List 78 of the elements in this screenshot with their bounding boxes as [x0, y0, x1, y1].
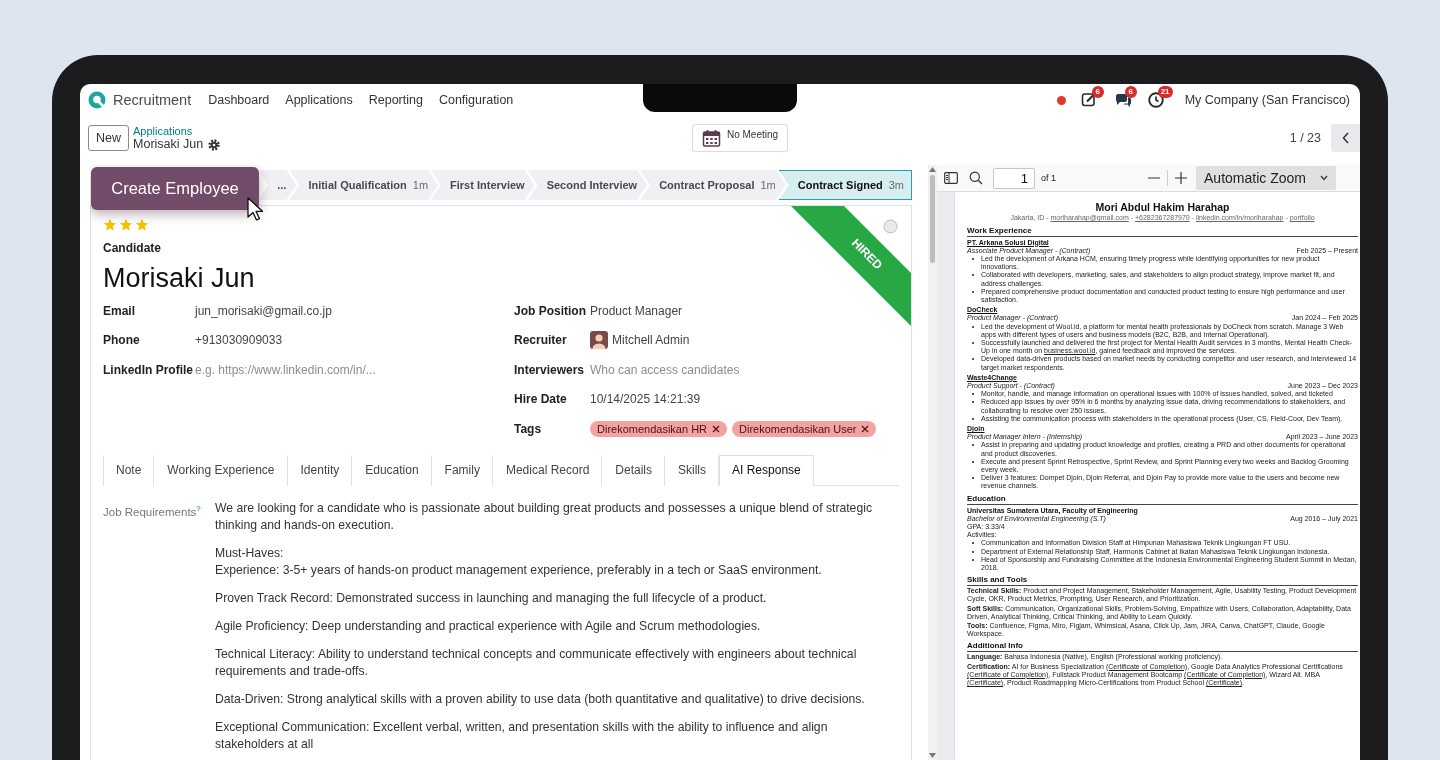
field-label: Email [103, 303, 136, 318]
breadcrumb-link[interactable]: Applications [133, 125, 221, 138]
page-count: of 1 [1041, 173, 1056, 183]
field-label: Interviewers [514, 362, 586, 377]
resume-name: Mori Abdul Hakim Harahap [1094, 201, 1231, 213]
field-label: Phone [103, 333, 141, 348]
field-value[interactable]: Mitchell Admin [612, 333, 690, 348]
settings-icon[interactable] [208, 138, 221, 151]
field-label: Hire Date [514, 392, 568, 407]
status-dot-icon [1056, 95, 1066, 105]
counter-badge: 21 [1157, 86, 1173, 98]
resume-section-heading: Skills and Tools [967, 575, 1358, 587]
tab[interactable]: Identity [287, 454, 353, 486]
search-icon[interactable] [969, 171, 983, 185]
menu-item[interactable]: Applications [277, 93, 361, 107]
zoom-in-icon[interactable] [1174, 171, 1188, 185]
pipeline-stage[interactable]: First Interview [431, 170, 535, 200]
previous-button[interactable] [1331, 124, 1360, 152]
chat-icon[interactable] [1113, 91, 1132, 109]
remove-icon[interactable] [712, 424, 721, 433]
tag[interactable]: Direkomendasikan User [732, 420, 877, 437]
requirement-text: Must-Haves: [215, 544, 285, 562]
field-label: LinkedIn Profile [103, 362, 194, 377]
menu-item[interactable]: Reporting [360, 93, 431, 107]
field-value: 10/14/2025 14:21:39 [590, 392, 701, 407]
create-employee-button[interactable]: Create Employee [91, 167, 259, 210]
field-label: Job Requirements$^{?}$ [103, 502, 202, 520]
new-button[interactable]: New [88, 125, 129, 151]
pipeline-stage[interactable]: Contract Signed 3m [778, 170, 912, 200]
tab[interactable]: Education [352, 454, 432, 486]
requirement-text: Exceptional Communication: Excellent verbal, written, and presentation skills with the ability to influence and align stakeholders at all [215, 718, 829, 753]
chevron-down-icon [1319, 175, 1328, 181]
field-label: Tags [514, 421, 543, 436]
field-value: jun_morisaki@gmail.co.jp [195, 303, 332, 318]
input-field[interactable]: Who can access candidates [590, 362, 880, 377]
resume-section-heading: Additional Info [967, 641, 1358, 653]
requirement-text: We are looking for a candidate who is passionate about building great products and possesses a unique blend of strategic thinking and hands-on execution. [215, 499, 873, 534]
menu-item[interactable]: Configuration [430, 93, 522, 107]
counter-badge: 6 [1124, 86, 1137, 98]
remove-icon[interactable] [861, 424, 870, 433]
field-value: +913030909033 [195, 333, 283, 348]
zoom-select[interactable]: Automatic Zoom [1196, 166, 1336, 190]
requirement-text: Technical Literacy: Ability to understand technical concepts and communicate effectively with engineers about technical requirements and trade-offs. [215, 645, 858, 680]
app-logo-icon[interactable] [88, 91, 106, 109]
field-label: Job Position [514, 303, 587, 318]
tab[interactable]: Family [431, 454, 493, 486]
requirement-text: Data-Driven: Strong analytical skills with a proven ability to use data (both quantitative and qualitative) to drive decisions. [215, 690, 866, 708]
menu-item[interactable]: Dashboard [200, 93, 278, 107]
avatar-icon [590, 331, 608, 350]
pager-value: 1 / 23 [1289, 131, 1321, 145]
scrollbar[interactable] [928, 165, 937, 760]
calendar-icon [701, 129, 721, 147]
company-switcher[interactable]: My Company (San Francisco) [1184, 93, 1350, 107]
tab[interactable]: Working Experience [154, 454, 288, 486]
star-icon [135, 218, 149, 232]
resume-section-heading: Work Experience [967, 225, 1358, 237]
app-name[interactable]: Recruitment [113, 92, 192, 108]
sidebar-toggle-icon[interactable] [944, 172, 958, 184]
pipeline-stage[interactable]: Contract Proposal 1m [640, 170, 786, 200]
tab[interactable]: Note [103, 454, 155, 486]
star-icon [103, 218, 117, 232]
star-icon [119, 218, 133, 232]
requirement-text: Experience: 3-5+ years of hands-on product management experience, preferably in a tech or SaaS environment. [215, 561, 823, 579]
tab[interactable]: Skills [665, 454, 720, 486]
requirement-text: Agile Proficiency: Deep understanding and practical experience with Agile and Scrum methodologies. [215, 617, 762, 635]
requirement-text: Proven Track Record: Demonstrated success in launching and managing the full lifecycle of a product. [215, 589, 768, 607]
record-title: Morisaki Jun [133, 138, 204, 151]
tag[interactable]: Direkomendasikan HR [590, 420, 728, 437]
tab[interactable]: AI Response [719, 454, 814, 486]
field-label: Recruiter [514, 333, 568, 348]
meeting-button[interactable]: No Meeting [691, 124, 789, 152]
tab[interactable]: Medical Record [492, 454, 603, 486]
tab[interactable]: Details [602, 454, 665, 486]
field-value: Product Manager [590, 303, 683, 318]
resume-section-heading: Education [967, 493, 1358, 505]
input-field[interactable]: e.g. https://www.linkedin.com/in/... [195, 362, 485, 377]
page-number-field[interactable]: 1 [993, 167, 1035, 189]
counter-badge: 6 [1091, 86, 1104, 98]
